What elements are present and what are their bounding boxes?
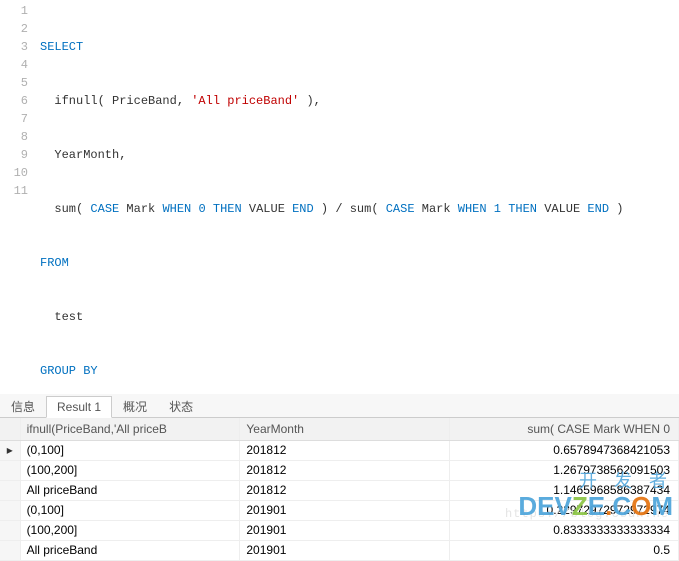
grid-cell[interactable]: (100,200] [20,520,240,540]
grid-cell[interactable]: 201812 [240,480,449,500]
line-number: 8 [2,128,28,146]
row-marker-icon [0,480,20,500]
row-marker-icon [0,520,20,540]
line-number: 4 [2,56,28,74]
line-number: 5 [2,74,28,92]
grid-cell[interactable]: 201901 [240,520,449,540]
tab-overview[interactable]: 概况 [112,394,158,418]
tab-status[interactable]: 状态 [158,394,204,418]
column-header[interactable]: ifnull(PriceBand,'All priceB [20,418,240,440]
table-row[interactable]: (100,200] 201812 1.2679738562091503 [0,460,679,480]
table-row[interactable]: ▸ (0,100] 201812 0.6578947368421053 [0,440,679,460]
code-line: YearMonth, [40,146,675,164]
grid-cell[interactable]: 201812 [240,460,449,480]
code-line: sum( CASE Mark WHEN 0 THEN VALUE END ) /… [40,200,675,218]
grid-cell[interactable]: 201901 [240,540,449,560]
sql-editor[interactable]: 1 2 3 4 5 6 7 8 9 10 11 SELECT ifnull( P… [0,0,679,394]
grid-cell[interactable]: 0.5 [449,540,678,560]
grid-cell[interactable]: 1.2679738562091503 [449,460,678,480]
column-header[interactable]: sum( CASE Mark WHEN 0 [449,418,678,440]
code-area[interactable]: SELECT ifnull( PriceBand, 'All priceBand… [36,0,679,394]
line-number: 2 [2,20,28,38]
line-gutter: 1 2 3 4 5 6 7 8 9 10 11 [0,0,36,394]
url-watermark: https://blog.csdn.ne [505,507,669,521]
grid-cell[interactable]: 201901 [240,500,449,520]
grid-cell[interactable]: 0.8333333333333334 [449,520,678,540]
code-line: test [40,308,675,326]
line-number: 1 [2,2,28,20]
tab-result-1[interactable]: Result 1 [46,396,112,418]
row-marker-icon [0,460,20,480]
column-header[interactable]: YearMonth [240,418,449,440]
line-number: 11 [2,182,28,200]
line-number: 3 [2,38,28,56]
tab-info[interactable]: 信息 [0,394,46,418]
grid-header-row: ifnull(PriceBand,'All priceB YearMonth s… [0,418,679,440]
line-number: 7 [2,110,28,128]
grid-cell[interactable]: 0.6578947368421053 [449,440,678,460]
result-tabs: 信息 Result 1 概况 状态 [0,394,679,418]
grid-cell[interactable]: (0,100] [20,500,240,520]
grid-cell[interactable]: 201812 [240,440,449,460]
table-row[interactable]: (100,200] 201901 0.8333333333333334 [0,520,679,540]
code-line: FROM [40,254,675,272]
result-grid[interactable]: ifnull(PriceBand,'All priceB YearMonth s… [0,418,679,561]
grid-cell[interactable]: 1.1465968586387434 [449,480,678,500]
line-number: 6 [2,92,28,110]
table-row[interactable]: All priceBand 201812 1.1465968586387434 [0,480,679,500]
table-row[interactable]: All priceBand 201901 0.5 [0,540,679,560]
code-line: ifnull( PriceBand, 'All priceBand' ), [40,92,675,110]
line-number: 10 [2,164,28,182]
row-marker-icon [0,540,20,560]
grid-cell[interactable]: (100,200] [20,460,240,480]
code-line: SELECT [40,38,675,56]
line-number: 9 [2,146,28,164]
code-line: GROUP BY [40,362,675,380]
row-marker-icon: ▸ [0,440,20,460]
row-marker-icon [0,500,20,520]
grid-cell[interactable]: (0,100] [20,440,240,460]
grid-cell[interactable]: All priceBand [20,480,240,500]
row-marker-header [0,418,20,440]
grid-cell[interactable]: All priceBand [20,540,240,560]
